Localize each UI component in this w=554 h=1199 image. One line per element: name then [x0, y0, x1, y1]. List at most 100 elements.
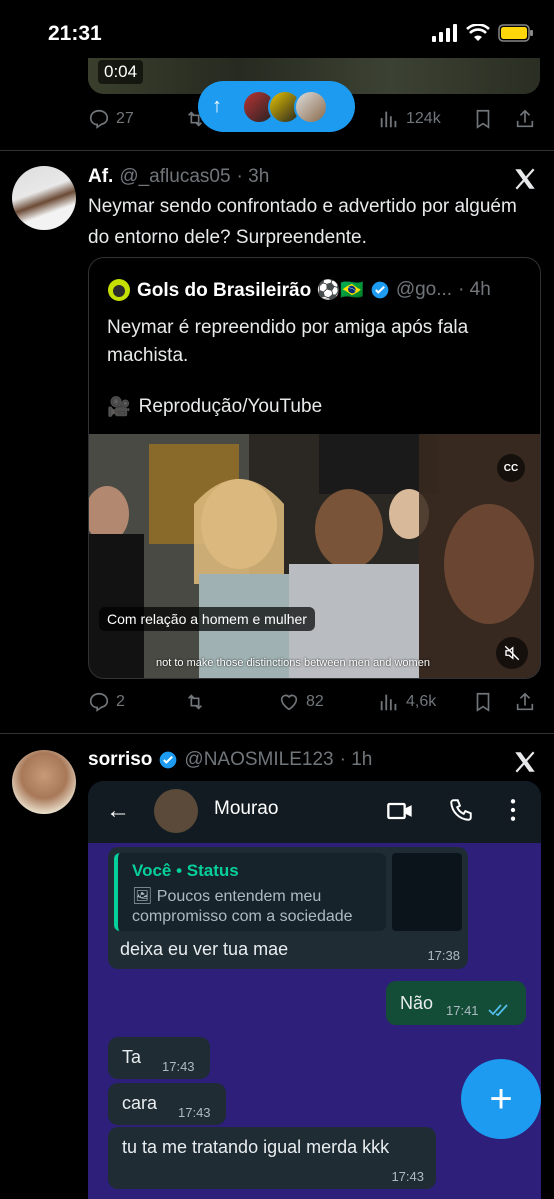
- message-time: 17:38: [427, 948, 460, 963]
- avatar[interactable]: [12, 750, 76, 814]
- status-time: 21:31: [48, 22, 102, 45]
- reply-icon: [89, 109, 109, 129]
- message-text: tu ta me tratando igual merda kkk: [122, 1137, 390, 1157]
- message-time: 17:43: [162, 1059, 195, 1074]
- contact-name: Mourao: [214, 798, 279, 819]
- message-time: 17:43: [178, 1105, 211, 1120]
- back-arrow-icon: ←: [106, 797, 130, 824]
- bookmark-icon: [476, 692, 490, 712]
- views-icon: [380, 111, 397, 128]
- message-time: 17:43: [391, 1169, 424, 1184]
- status-bar: 21:31: [0, 0, 554, 66]
- reply-author: Você • Status: [132, 861, 239, 880]
- heart-icon: [280, 694, 298, 711]
- message-bubble: tu ta me tratando igual merda kkk 17:43: [108, 1127, 436, 1189]
- reply-count: 27: [116, 110, 134, 127]
- divider: [0, 150, 554, 151]
- battery-icon: [498, 24, 533, 42]
- share-icon: [516, 692, 534, 711]
- divider: [0, 733, 554, 734]
- verified-icon: [160, 751, 177, 769]
- repost-button[interactable]: [184, 687, 206, 717]
- views-icon: [380, 694, 397, 711]
- share-button[interactable]: [514, 104, 536, 134]
- status-thumbnail: [392, 853, 462, 931]
- like-count: 82: [306, 693, 324, 710]
- tweet-time: · 1h: [339, 749, 373, 770]
- reply-icon: [89, 692, 109, 712]
- reply-text: 🖼 Poucos entendem meu compromisso com a …: [132, 887, 392, 927]
- signal-icon: [432, 24, 457, 42]
- avatar: [294, 89, 328, 124]
- status-icons: [432, 24, 534, 42]
- tweet-header: sorriso @NAOSMILE123 · 1h: [88, 749, 372, 771]
- quoted-tweet[interactable]: Gols do Brasileirão ⚽🇧🇷 @go... · 4h Neym…: [88, 257, 541, 679]
- tweet-header: Af. @_aflucas05 · 3h: [88, 166, 269, 188]
- channel-logo-icon: [108, 279, 130, 301]
- mute-button[interactable]: [496, 637, 528, 669]
- whatsapp-header: ← Mourao: [88, 781, 541, 843]
- x-logo-icon: [515, 168, 535, 190]
- quote-source-text: Reprodução/YouTube: [138, 396, 323, 417]
- avatar[interactable]: [12, 166, 76, 230]
- message-text: cara: [122, 1093, 158, 1113]
- views-count: 124k: [406, 110, 441, 127]
- tweet1-actions: 2 82 4,6k: [88, 687, 540, 717]
- author-handle: @_aflucas05: [119, 166, 231, 187]
- message-bubble: cara 17:43: [108, 1083, 226, 1125]
- quote-source: 🎥 Reprodução/YouTube: [107, 395, 322, 419]
- reply-button[interactable]: 2: [88, 687, 125, 717]
- quote-time: · 4h: [458, 279, 491, 300]
- more-options-icon: [510, 799, 516, 821]
- quote-text: Neymar é repreendido por amiga após fala…: [107, 317, 469, 366]
- repost-icon: [187, 694, 203, 710]
- reply-snippet: Poucos entendem meu compromisso com a so…: [132, 888, 353, 925]
- quote-video[interactable]: CC Com relação a homem e mulher not to m…: [89, 434, 540, 678]
- share-icon: [516, 109, 534, 128]
- message-text: Ta: [122, 1047, 142, 1067]
- tweet-text: Neymar sendo confrontado e advertido por…: [88, 196, 517, 248]
- quote-header: Gols do Brasileirão ⚽🇧🇷 @go... · 4h: [107, 278, 491, 302]
- video-call-icon: [387, 802, 412, 820]
- like-button[interactable]: 82: [278, 687, 324, 717]
- verified-icon: [371, 281, 389, 299]
- views-button[interactable]: 124k: [378, 104, 441, 134]
- message-time: 17:41: [446, 1003, 479, 1018]
- tweet-time: · 3h: [236, 166, 270, 187]
- compose-button[interactable]: +: [461, 1059, 541, 1139]
- reply-preview: Você • Status 🖼 Poucos entendem meu comp…: [114, 853, 386, 931]
- message-bubble: Não 17:41: [386, 981, 526, 1025]
- bookmark-button[interactable]: [472, 687, 494, 717]
- phone-icon: [450, 799, 472, 821]
- views-count: 4,6k: [406, 693, 437, 710]
- bookmark-button[interactable]: [472, 104, 494, 134]
- message-bubble: Você • Status 🖼 Poucos entendem meu comp…: [108, 847, 468, 969]
- contact-avatar: [154, 789, 198, 833]
- author-name[interactable]: sorriso: [88, 749, 152, 771]
- x-logo-icon: [515, 751, 535, 773]
- message-text: Não: [400, 993, 434, 1013]
- whatsapp-screenshot[interactable]: ← Mourao Você • Status 🖼 Poucos entendem…: [88, 781, 541, 1199]
- share-button[interactable]: [514, 687, 536, 717]
- reply-button[interactable]: 27: [88, 104, 134, 134]
- new-posts-pill[interactable]: ↑: [198, 81, 355, 132]
- author-name[interactable]: Af.: [88, 166, 113, 188]
- speaker-muted-icon: [504, 645, 520, 661]
- message-bubble: Ta 17:43: [108, 1037, 210, 1079]
- video-duration: 0:04: [98, 60, 144, 84]
- quote-author-handle: @go...: [395, 279, 453, 300]
- quote-author-name: Gols do Brasileirão ⚽🇧🇷: [137, 280, 364, 301]
- wifi-icon: [466, 24, 490, 41]
- message-text: deixa eu ver tua mae: [120, 939, 289, 959]
- video-frame: [89, 434, 540, 678]
- reply-count: 2: [116, 693, 125, 710]
- bookmark-icon: [476, 109, 490, 129]
- views-button[interactable]: 4,6k: [378, 687, 436, 717]
- read-receipt-icon: [488, 1004, 508, 1017]
- camera-icon: 🎥: [107, 397, 131, 418]
- video-caption-en: not to make those distinctions between m…: [156, 657, 430, 669]
- arrow-up-icon: ↑: [212, 95, 222, 117]
- author-handle: @NAOSMILE123: [184, 749, 334, 770]
- captions-button[interactable]: CC: [497, 454, 525, 482]
- video-caption-pt: Com relação a homem e mulher: [99, 607, 315, 631]
